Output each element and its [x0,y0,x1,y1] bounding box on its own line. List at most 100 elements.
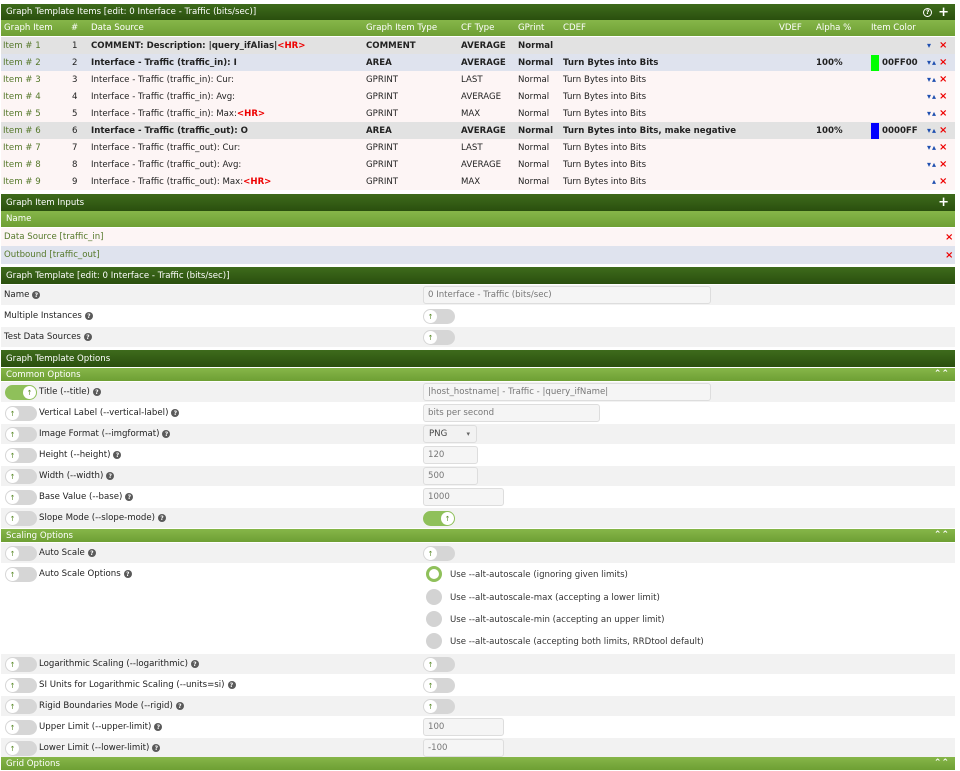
help-icon[interactable]: ? [123,570,132,578]
move-up-icon[interactable]: ▴ [932,126,936,135]
autoscale-radio[interactable] [426,589,442,605]
delete-icon[interactable]: × [939,176,947,187]
graph-item-row[interactable]: Item # 7 7 Interface - Traffic (traffic_ou… [1,139,955,156]
base-value-enable-toggle[interactable]: ↑ [5,490,37,505]
graph-item-row[interactable]: Item # 9 9 Interface - Traffic (traffic_ou… [1,173,955,190]
col-gprint[interactable]: GPrint [518,20,544,36]
input-row[interactable]: Data Source [traffic_in] × [1,228,955,246]
help-icon[interactable]: ? [92,388,101,396]
move-down-icon[interactable]: ▾ [927,58,931,67]
move-down-icon[interactable]: ▾ [927,126,931,135]
help-icon[interactable]: ? [175,702,184,710]
graph-item-link[interactable]: Item # 3 [3,71,41,88]
image-format-enable-toggle[interactable]: ↑ [5,427,37,442]
col-cdef[interactable]: CDEF [563,20,586,36]
add-item-icon[interactable]: + [938,6,949,19]
help-icon[interactable]: ? [32,291,41,299]
graph-item-link[interactable]: Item # 7 [3,139,41,156]
upper-limit-field[interactable]: 100 [423,718,504,736]
delete-icon[interactable]: × [939,108,947,119]
move-down-icon[interactable]: ▾ [927,92,931,101]
help-icon[interactable]: ? [125,493,134,501]
help-icon[interactable]: ? [227,681,236,689]
move-down-icon[interactable]: ▾ [927,143,931,152]
col-graph-item[interactable]: Graph Item [4,20,53,36]
col-data-source[interactable]: Data Source [91,20,144,36]
graph-item-link[interactable]: Item # 9 [3,173,41,190]
move-up-icon[interactable]: ▴ [932,109,936,118]
col-alpha[interactable]: Alpha % [816,20,851,36]
autoscale-radio-label[interactable]: Use --alt-autoscale-min (accepting an up… [450,615,664,625]
move-down-icon[interactable]: ▾ [927,160,931,169]
autoscale-radio-label[interactable]: Use --alt-autoscale (ignoring given limi… [450,570,628,580]
vertical-label-enable-toggle[interactable]: ↑ [5,406,37,421]
vertical-label-field[interactable]: bits per second [423,404,600,422]
move-up-icon[interactable]: ▴ [932,177,936,186]
auto-scale-enable-toggle[interactable]: ↑ [5,546,37,561]
move-up-icon[interactable]: ▴ [932,75,936,84]
logarithmic-scaling-enable-toggle[interactable]: ↑ [5,657,37,672]
grid-options-header[interactable]: Grid Options ⌃⌃ [1,757,955,770]
graph-item-row[interactable]: Item # 4 4 Interface - Traffic (traffic_in… [1,88,955,105]
slope-mode-enable-toggle[interactable]: ↑ [5,511,37,526]
rigid-boundaries-enable-toggle[interactable]: ↑ [5,699,37,714]
help-icon[interactable]: ? [157,514,166,522]
col-num[interactable]: # [71,20,78,36]
scaling-options-header[interactable]: Scaling Options ⌃⌃ [1,529,955,542]
auto-scale-options-enable-toggle[interactable]: ↑ [5,567,37,582]
delete-icon[interactable]: × [939,142,947,153]
si-units-enable-toggle[interactable]: ↑ [5,678,37,693]
delete-icon[interactable]: × [945,246,953,264]
col-item-color[interactable]: Item Color [871,20,916,36]
move-down-icon[interactable]: ▾ [927,109,931,118]
col-cf-type[interactable]: CF Type [461,20,494,36]
graph-item-link[interactable]: Item # 8 [3,156,41,173]
input-link[interactable]: Outbound [traffic_out] [4,246,100,264]
help-icon[interactable]: ? [106,472,115,480]
width-enable-toggle[interactable]: ↑ [5,469,37,484]
autoscale-radio[interactable] [426,633,442,649]
delete-icon[interactable]: × [939,91,947,102]
si-units-toggle[interactable]: ↑ [423,678,455,693]
graph-item-row[interactable]: Item # 6 6 Interface - Traffic (traffic_ou… [1,122,955,139]
move-up-icon[interactable]: ▴ [932,160,936,169]
height-enable-toggle[interactable]: ↑ [5,448,37,463]
col-item-type[interactable]: Graph Item Type [366,20,437,36]
input-link[interactable]: Data Source [traffic_in] [4,228,104,246]
autoscale-radio-label[interactable]: Use --alt-autoscale (accepting both limi… [450,637,704,647]
help-icon[interactable]: ? [923,7,933,17]
image-format-select[interactable]: PNG ▾ [423,425,477,443]
template-name-field[interactable]: 0 Interface - Traffic (bits/sec) [423,286,711,304]
test-data-sources-toggle[interactable]: ↑ [423,330,455,345]
width-field[interactable]: 500 [423,467,478,485]
help-icon[interactable]: ? [87,549,96,557]
graph-item-link[interactable]: Item # 1 [3,37,41,54]
collapse-icon[interactable]: ⌃⌃ [934,759,949,768]
help-icon[interactable]: ? [190,660,199,668]
base-value-field[interactable]: 1000 [423,488,504,506]
collapse-icon[interactable]: ⌃⌃ [934,531,949,540]
col-vdef[interactable]: VDEF [779,20,802,36]
graph-item-row[interactable]: Item # 5 5 Interface - Traffic (traffic_in… [1,105,955,122]
delete-icon[interactable]: × [939,40,947,51]
graph-item-row[interactable]: Item # 8 8 Interface - Traffic (traffic_ou… [1,156,955,173]
move-up-icon[interactable]: ▴ [932,58,936,67]
auto-scale-toggle[interactable]: ↑ [423,546,455,561]
graph-item-link[interactable]: Item # 5 [3,105,41,122]
add-input-icon[interactable]: + [938,196,949,209]
graph-item-row[interactable]: Item # 2 2 Interface - Traffic (traffic_in… [1,54,955,71]
delete-icon[interactable]: × [939,57,947,68]
autoscale-radio-label[interactable]: Use --alt-autoscale-max (accepting a low… [450,593,660,603]
help-icon[interactable]: ? [162,430,171,438]
delete-icon[interactable]: × [939,159,947,170]
move-up-icon[interactable]: ▴ [932,92,936,101]
logarithmic-scaling-toggle[interactable]: ↑ [423,657,455,672]
help-icon[interactable]: ? [171,409,180,417]
autoscale-radio[interactable] [426,566,442,582]
title-enable-toggle[interactable]: ↑ [5,385,37,400]
delete-icon[interactable]: × [939,74,947,85]
autoscale-radio[interactable] [426,611,442,627]
move-down-icon[interactable]: ▾ [927,75,931,84]
lower-limit-field[interactable]: -100 [423,739,504,757]
multiple-instances-toggle[interactable]: ↑ [423,309,455,324]
